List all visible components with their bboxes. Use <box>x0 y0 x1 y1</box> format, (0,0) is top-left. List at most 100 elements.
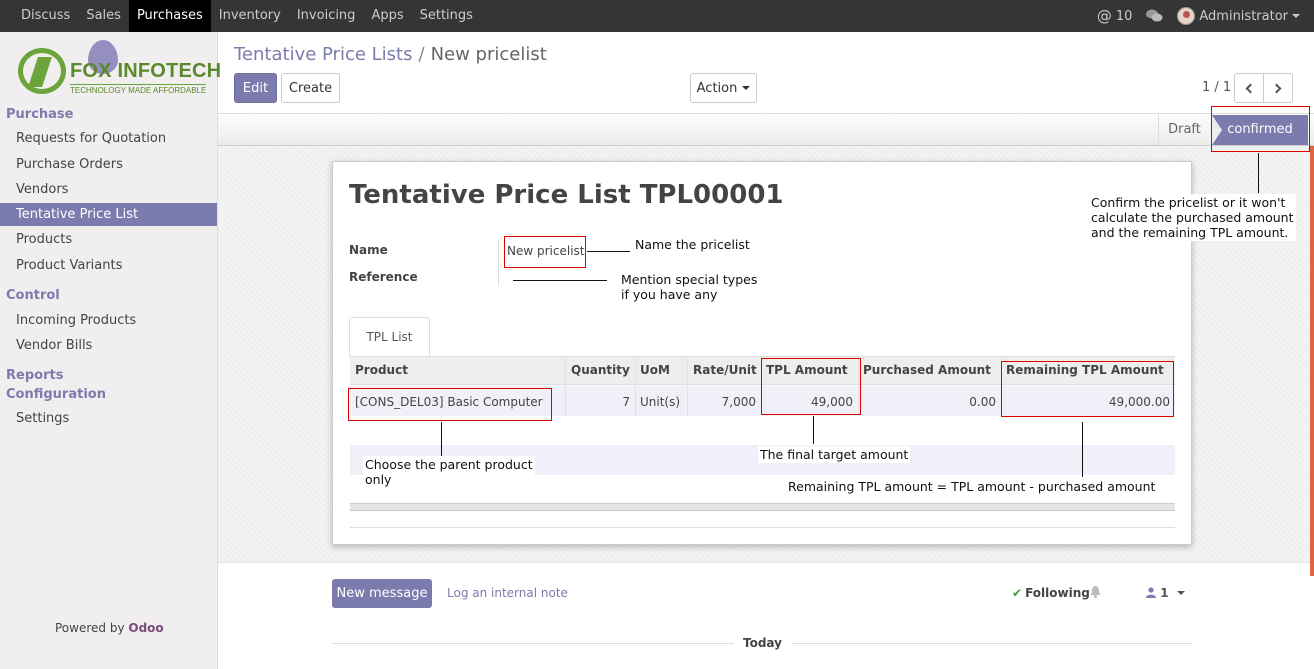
breadcrumb-current: New pricelist <box>430 44 547 65</box>
sidebar-section-reports[interactable]: Reports <box>6 368 63 383</box>
annotation-product: Choose the parent product only <box>363 456 535 488</box>
sidebar-item-requests-for-quotation[interactable]: Requests for Quotation <box>0 127 217 150</box>
powered-by: Powered by Odoo <box>55 621 164 635</box>
annotation-box-tpl-amount <box>761 358 861 415</box>
annotation-box-remaining <box>1001 361 1174 417</box>
edit-button[interactable]: Edit <box>234 73 277 103</box>
scrollbar[interactable] <box>1310 146 1314 576</box>
column-header-quantity[interactable]: Quantity <box>571 363 630 377</box>
annotation-reference-line-1: Mention special types <box>621 272 758 287</box>
field-divider <box>498 240 499 286</box>
menu-sales[interactable]: Sales <box>78 0 129 32</box>
annotation-line-status <box>1258 153 1259 193</box>
followers-button[interactable]: 1 <box>1146 586 1185 600</box>
sidebar-section-configuration: Configuration <box>6 387 106 402</box>
chevron-down-icon <box>1176 591 1185 595</box>
today-label: Today <box>734 636 791 650</box>
following-button[interactable]: ✔ Following <box>1012 586 1090 600</box>
name-label: Name <box>349 243 388 257</box>
menu-invoicing[interactable]: Invoicing <box>289 0 364 32</box>
column-header-uom[interactable]: UoM <box>640 363 670 377</box>
cell-purchased-amount: 0.00 <box>969 395 996 409</box>
column-divider <box>635 357 636 416</box>
breadcrumb-parent[interactable]: Tentative Price Lists <box>234 44 413 65</box>
check-icon: ✔ <box>1012 586 1023 600</box>
create-button[interactable]: Create <box>281 73 340 103</box>
followers-count: 1 <box>1160 586 1169 600</box>
column-divider <box>687 357 688 416</box>
menu-settings[interactable]: Settings <box>412 0 481 32</box>
pager-next-button[interactable] <box>1263 73 1293 103</box>
annotation-confirm-line-1: Confirm the pricelist or it won't <box>1091 195 1286 210</box>
menu-apps[interactable]: Apps <box>363 0 411 32</box>
annotation-product-line-2: only <box>365 472 392 487</box>
bell-icon[interactable] <box>1090 586 1101 601</box>
annotation-product-line-1: Choose the parent product <box>365 457 533 472</box>
table-footer <box>350 503 1175 511</box>
annotation-line-tpl-amount <box>813 416 814 444</box>
annotation-line-product <box>441 422 442 456</box>
annotation-remaining: Remaining TPL amount = TPL amount - purc… <box>786 478 1158 495</box>
avatar <box>1177 7 1196 25</box>
mentions-button[interactable]: @ 10 <box>1097 7 1133 25</box>
breadcrumb-separator: / <box>418 44 425 65</box>
chat-bubbles-icon <box>1146 9 1163 22</box>
sidebar-item-product-variants[interactable]: Product Variants <box>0 254 217 277</box>
status-draft[interactable]: Draft <box>1158 115 1210 145</box>
cell-rate-unit: 7,000 <box>721 395 756 409</box>
cell-uom: Unit(s) <box>640 395 681 409</box>
status-bar <box>218 113 1314 146</box>
sidebar-item-products[interactable]: Products <box>0 228 217 251</box>
sidebar-item-settings[interactable]: Settings <box>0 407 217 430</box>
at-icon: @ <box>1096 7 1112 25</box>
app-menu: Discuss Sales Purchases Inventory Invoic… <box>13 0 481 32</box>
powered-by-prefix: Powered by <box>55 621 125 635</box>
pager-previous-button[interactable] <box>1234 73 1264 103</box>
annotation-box-status <box>1211 106 1310 152</box>
company-logo[interactable]: FOX INFOTECH TECHNOLOGY MADE AFFORDABLE <box>16 40 221 100</box>
menu-inventory[interactable]: Inventory <box>211 0 289 32</box>
chat-button[interactable] <box>1146 9 1163 23</box>
page-title: Tentative Price List TPL00001 <box>349 180 784 210</box>
annotation-confirm-line-3: and the remaining TPL amount. <box>1091 225 1289 240</box>
tab-tpl-list[interactable]: TPL List <box>349 317 430 357</box>
menu-discuss[interactable]: Discuss <box>13 0 78 32</box>
logo-name: FOX INFOTECH <box>70 60 222 82</box>
sidebar-item-vendor-bills[interactable]: Vendor Bills <box>0 334 217 357</box>
user-menu[interactable]: Administrator <box>1177 7 1300 25</box>
chevron-right-icon <box>1271 83 1282 93</box>
user-name: Administrator <box>1199 8 1288 24</box>
annotation-box-product <box>348 388 552 421</box>
action-label: Action <box>696 80 738 96</box>
powered-by-brand[interactable]: Odoo <box>128 621 163 635</box>
sidebar-item-purchase-orders[interactable]: Purchase Orders <box>0 153 217 176</box>
menu-purchases[interactable]: Purchases <box>128 0 211 32</box>
cell-quantity: 7 <box>622 395 630 409</box>
sidebar-item-incoming-products[interactable]: Incoming Products <box>0 309 217 332</box>
sidebar-item-tentative-price-list[interactable]: Tentative Price List <box>0 203 217 226</box>
annotation-line-reference <box>513 280 607 281</box>
caret-down-icon <box>742 86 751 90</box>
annotation-confirm: Confirm the pricelist or it won't calcul… <box>1089 194 1296 241</box>
annotation-reference: Mention special types if you have any <box>619 271 760 303</box>
logo-mark-icon <box>18 48 66 94</box>
logo-tagline: TECHNOLOGY MADE AFFORDABLE <box>70 84 207 95</box>
reference-label: Reference <box>349 270 418 284</box>
column-header-rate-unit[interactable]: Rate/Unit <box>693 363 757 377</box>
sidebar-item-vendors[interactable]: Vendors <box>0 178 217 201</box>
action-dropdown[interactable]: Action <box>690 73 757 103</box>
topbar-right: @ 10 Administrator <box>1097 0 1300 32</box>
breadcrumb: Tentative Price Lists / New pricelist <box>234 44 547 65</box>
column-header-product[interactable]: Product <box>355 363 408 377</box>
new-message-button[interactable]: New message <box>332 579 432 608</box>
column-header-purchased-amount[interactable]: Purchased Amount <box>863 363 991 377</box>
annotation-confirm-line-2: calculate the purchased amount <box>1091 210 1294 225</box>
annotation-name: Name the pricelist <box>633 236 752 253</box>
mentions-count: 10 <box>1115 8 1133 24</box>
user-icon <box>1146 587 1156 598</box>
following-label: Following <box>1025 586 1090 600</box>
top-navbar: Discuss Sales Purchases Inventory Invoic… <box>0 0 1314 32</box>
annotation-line-remaining <box>1082 422 1083 477</box>
log-note-link[interactable]: Log an internal note <box>447 586 568 600</box>
annotation-tpl-amount: The final target amount <box>758 446 911 463</box>
